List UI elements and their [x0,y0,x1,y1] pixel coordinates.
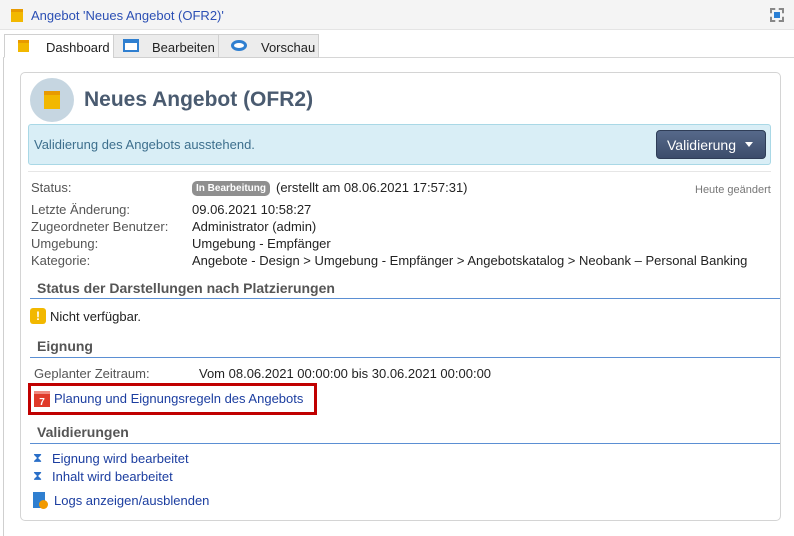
user-value: Administrator (admin) [192,219,317,234]
scheduling-rules-link[interactable]: Planung und Eignungsregeln des Angebots [54,391,303,406]
validations-heading: Validierungen [37,424,129,440]
validation-item[interactable]: Inhalt wird bearbeitet [52,469,173,484]
log-icon [33,492,48,509]
category-label: Kategorie: [31,253,91,268]
validation-button[interactable]: Validierung [656,130,766,159]
caret-down-icon [745,142,753,151]
validation-item[interactable]: Eignung wird bearbeitet [52,451,189,466]
gift-icon [44,91,60,109]
gift-icon [18,40,29,52]
divider [30,443,780,444]
window-icon [123,39,139,52]
calendar-icon: 7 [34,391,50,408]
status-created: (erstellt am 08.06.2021 17:57:31) [276,180,468,195]
window-title: Angebot 'Neues Angebot (OFR2)' [31,8,224,23]
eligibility-heading: Eignung [37,338,93,354]
last-change-label: Letzte Änderung: [31,202,131,217]
tab-vorschau[interactable]: Vorschau [218,34,319,58]
user-label: Zugeordneter Benutzer: [31,219,169,234]
status-badge: In Bearbeitung [192,181,271,196]
divider [30,298,780,299]
divider [28,171,771,172]
env-value: Umgebung - Empfänger [192,236,331,251]
tab-dashboard[interactable]: Dashboard [4,34,114,58]
last-change-value: 09.06.2021 10:58:27 [192,202,312,217]
category-value: Angebote - Design > Umgebung - Empfänger… [192,253,748,268]
alert-text: Validierung des Angebots ausstehend. [34,137,255,152]
period-label: Geplanter Zeitraum: [34,366,150,381]
period-value: Vom 08.06.2021 00:00:00 bis 30.06.2021 0… [199,366,492,381]
avatar [30,78,74,122]
toggle-logs-link[interactable]: Logs anzeigen/ausblenden [54,493,209,508]
page-title: Neues Angebot (OFR2) [84,88,314,111]
tab-label: Vorschau [261,40,316,55]
hourglass-icon: ⧗ [33,450,43,465]
hourglass-icon: ⧗ [33,468,43,483]
changed-note: Heute geändert [695,184,771,196]
eye-icon [231,40,247,51]
env-label: Umgebung: [31,236,99,251]
gift-icon [11,9,23,22]
validation-button-label: Validierung [667,137,737,153]
tab-label: Dashboard [46,40,110,55]
tab-label: Bearbeiten [152,40,215,55]
placements-status: Nicht verfügbar. [50,309,142,324]
status-label: Status: [31,180,72,195]
warning-icon: ! [30,308,46,324]
tab-bearbeiten[interactable]: Bearbeiten [113,34,219,58]
maximize-icon[interactable] [770,8,784,22]
divider [30,357,780,358]
placements-heading: Status der Darstellungen nach Platzierun… [37,280,335,296]
